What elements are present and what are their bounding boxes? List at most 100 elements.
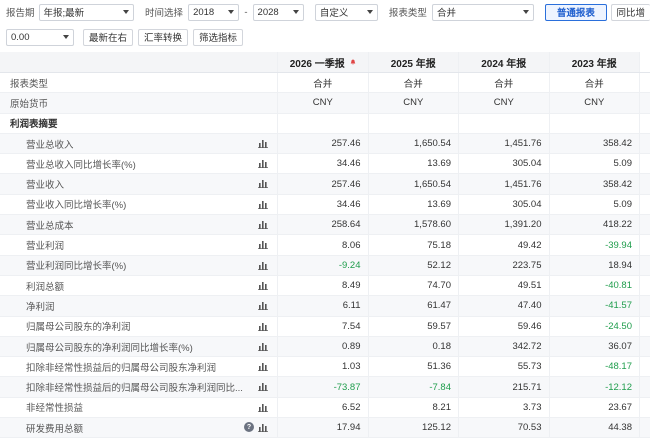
value-cell: 258.64	[278, 215, 369, 235]
value-cell: 8.06	[278, 235, 369, 255]
cell-value: 257.46	[331, 178, 361, 190]
value-cell: 342.72	[459, 336, 550, 357]
question-icon[interactable]: ?	[244, 422, 254, 433]
bar-chart-icon[interactable]	[258, 301, 268, 311]
value-cell: 36.07	[550, 336, 640, 357]
row-label: 营业利润	[26, 241, 65, 253]
bar-chart-icon[interactable]	[258, 362, 268, 372]
table-row: 利润表摘要	[0, 113, 650, 134]
row-label: 营业利润同比增长率(%)	[26, 261, 127, 273]
bar-chart-icon[interactable]	[258, 261, 268, 270]
cell-value: 1,391.20	[504, 219, 542, 231]
column-header[interactable]: 2026 一季报	[278, 52, 369, 72]
cell-value: 8.21	[432, 401, 452, 413]
bar-chart-icon[interactable]	[258, 159, 268, 169]
cell-value: 23.67	[608, 401, 632, 413]
value-cell: 358.42	[550, 174, 640, 194]
cell-value: 52.12	[427, 259, 451, 271]
value-cell: 257.46	[278, 174, 369, 194]
cell-value: 1.03	[342, 361, 361, 373]
value-cell	[369, 113, 459, 133]
value-cell: CNY	[550, 93, 640, 113]
bar-chart-icon[interactable]	[258, 139, 268, 148]
row-label: 扣除非经常性损益后的归属母公司股东净利润同比...	[26, 383, 243, 395]
bar-chart-icon[interactable]	[258, 423, 268, 433]
year-to-select[interactable]: 2028	[252, 3, 304, 21]
row-label: 利润总额	[26, 281, 65, 293]
bar-chart-icon[interactable]	[258, 322, 268, 331]
column-header[interactable]: 2025 年报	[368, 52, 459, 72]
value-cell: -24.50	[550, 316, 640, 336]
row-label-cell: 报表类型	[0, 73, 278, 93]
table-row: 营业总收入 257.46 1,650.54 1,451.76 358.42	[0, 133, 650, 155]
row-label-cell: 研发费用总额?	[0, 418, 278, 438]
table-row: 归属母公司股东的净利润 7.54 59.57 59.46 -24.50	[0, 316, 650, 337]
newest-first-button[interactable]: 最新在右	[83, 28, 134, 46]
bar-chart-icon[interactable]	[258, 403, 268, 412]
table-row: 营业收入同比增长率(%) 34.46 13.69 305.04 5.09	[0, 194, 650, 216]
row-label: 净利润	[26, 301, 55, 313]
value-cell: 49.42	[459, 235, 550, 255]
cell-value: 0.18	[432, 341, 452, 352]
cell-value: 215.71	[512, 381, 542, 393]
value-cell: -73.87	[278, 377, 369, 397]
report-type-label: 报表类型	[388, 8, 427, 19]
table-row: 报表类型 合并 合并 合并 合并	[0, 73, 650, 94]
bar-chart-icon[interactable]	[258, 200, 268, 209]
cell-value: -40.81	[605, 280, 632, 292]
cell-value: 合并	[584, 78, 604, 90]
chevron-down-icon	[292, 10, 299, 14]
cell-value: 55.73	[517, 361, 542, 373]
value-cell: 1,451.76	[459, 133, 550, 154]
decimal-select[interactable]: 0.00	[6, 28, 74, 46]
cell-value: CNY	[493, 97, 514, 109]
cell-value: 59.57	[427, 320, 451, 332]
bar-chart-icon[interactable]	[258, 240, 268, 250]
normal-report-button[interactable]: 普通报表	[545, 3, 607, 21]
value-cell	[278, 113, 369, 133]
custom-value: 自定义	[319, 8, 349, 19]
cell-value: 358.42	[602, 138, 632, 150]
report-period-select[interactable]: 年报;最新	[38, 3, 135, 21]
value-cell: 51.36	[369, 357, 459, 377]
exchange-button[interactable]: 汇率转换	[138, 28, 189, 46]
report-type-select[interactable]: 合并	[431, 3, 535, 21]
report-type-value: 合并	[436, 8, 456, 19]
row-label-cell: 营业收入	[0, 174, 278, 194]
row-label-cell: 归属母公司股东的净利润	[0, 316, 278, 336]
cell-value: -9.24	[338, 259, 361, 271]
cell-value: 0.89	[342, 341, 361, 352]
row-label: 营业总收入同比增长率(%)	[26, 159, 136, 171]
value-cell: 59.57	[369, 316, 459, 336]
time-select-label: 时间选择	[145, 8, 184, 19]
bar-chart-icon[interactable]	[258, 179, 268, 189]
row-label: 营业总成本	[26, 220, 74, 232]
value-cell: 61.47	[369, 296, 459, 316]
bar-chart-icon[interactable]	[258, 281, 268, 290]
cell-value: 8.49	[342, 280, 361, 292]
header-corner	[0, 52, 278, 72]
bar-chart-icon[interactable]	[258, 220, 268, 230]
value-cell: 6.11	[278, 296, 369, 316]
bell-icon	[350, 59, 356, 65]
filter-indicator-button[interactable]: 筛选指标	[193, 28, 244, 46]
action-toolbar: 0.00 最新在右 汇率转换 筛选指标	[0, 27, 650, 47]
bar-chart-icon[interactable]	[258, 342, 268, 351]
bar-chart-icon[interactable]	[258, 382, 268, 392]
year-from-select[interactable]: 2018	[188, 3, 240, 21]
custom-select[interactable]: 自定义	[314, 3, 378, 21]
cell-value: 34.46	[336, 158, 361, 170]
column-header[interactable]: 2024 年报	[459, 52, 550, 72]
filter-toolbar: 报告期 年报;最新 时间选择 2018 - 2028 自定义 报表类型 合并 普…	[0, 2, 650, 22]
cell-value: 36.07	[608, 341, 632, 352]
table-row: 营业总成本 258.64 1,578.60 1,391.20 418.22	[0, 215, 650, 236]
column-header[interactable]: 2023 年报	[549, 52, 640, 72]
yoy-growth-button[interactable]: 同比增	[610, 3, 650, 21]
cell-value: 合并	[313, 78, 333, 90]
value-cell: 215.71	[459, 377, 550, 397]
value-cell: 70.53	[459, 418, 550, 438]
row-label: 扣除非经常性损益后的归属母公司股东净利润	[26, 362, 217, 374]
row-label-cell: 扣除非经常性损益后的归属母公司股东净利润	[0, 357, 278, 377]
table-row: 归属母公司股东的净利润同比增长率(%) 0.89 0.18 342.72 36.07	[0, 336, 650, 358]
value-cell: 44.38	[550, 418, 640, 438]
